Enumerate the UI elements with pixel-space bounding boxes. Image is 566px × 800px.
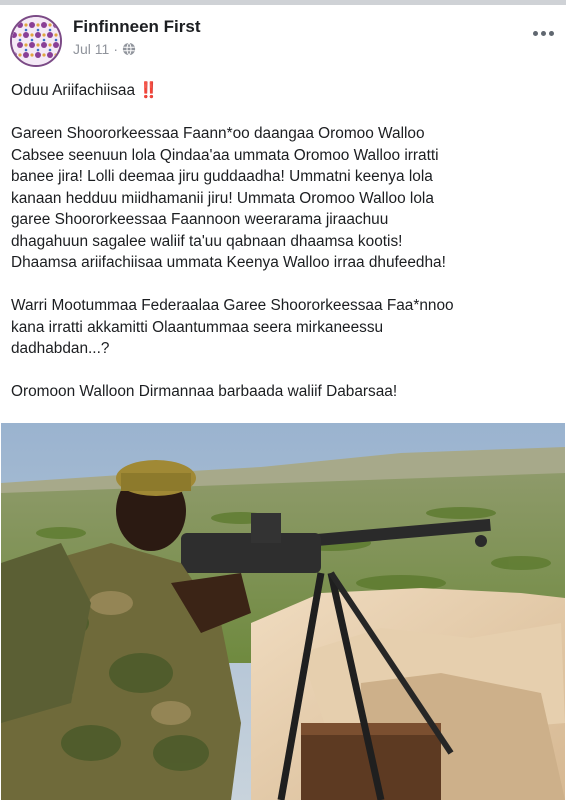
post-header: Finfinneen First Jul 11 · <box>10 13 556 73</box>
post-paragraph: Warri Mootummaa Federaalaa Garee Shooror… <box>11 297 454 357</box>
post-meta: Jul 11 · <box>73 41 136 57</box>
post-paragraph: Gareen Shoororkeessaa Faann*oo daangaa O… <box>11 125 446 271</box>
more-dot-icon <box>541 31 546 36</box>
more-dot-icon <box>549 31 554 36</box>
avatar-pattern-icon <box>12 17 60 65</box>
post-title-line: Oduu Ariifachiisaa ‼️ <box>11 80 556 102</box>
globe-icon[interactable] <box>122 42 136 56</box>
post-photo[interactable] <box>1 423 565 800</box>
post-title: Oduu Ariifachiisaa <box>11 82 136 99</box>
post-text: Oduu Ariifachiisaa ‼️ Gareen Shoororkees… <box>11 80 556 424</box>
more-options-button[interactable] <box>533 31 554 36</box>
page-name[interactable]: Finfinneen First <box>73 17 201 37</box>
soldier-photo-image <box>1 423 565 800</box>
meta-separator: · <box>113 41 118 57</box>
double-exclamation-icon: ‼️ <box>139 82 158 99</box>
page-avatar[interactable] <box>10 15 62 67</box>
post-paragraph: Oromoon Walloon Dirmannaa barbaada walii… <box>11 383 398 400</box>
facebook-post: Finfinneen First Jul 11 · Oduu Ariifachi… <box>0 5 566 800</box>
more-dot-icon <box>533 31 538 36</box>
post-date[interactable]: Jul 11 <box>73 41 109 57</box>
